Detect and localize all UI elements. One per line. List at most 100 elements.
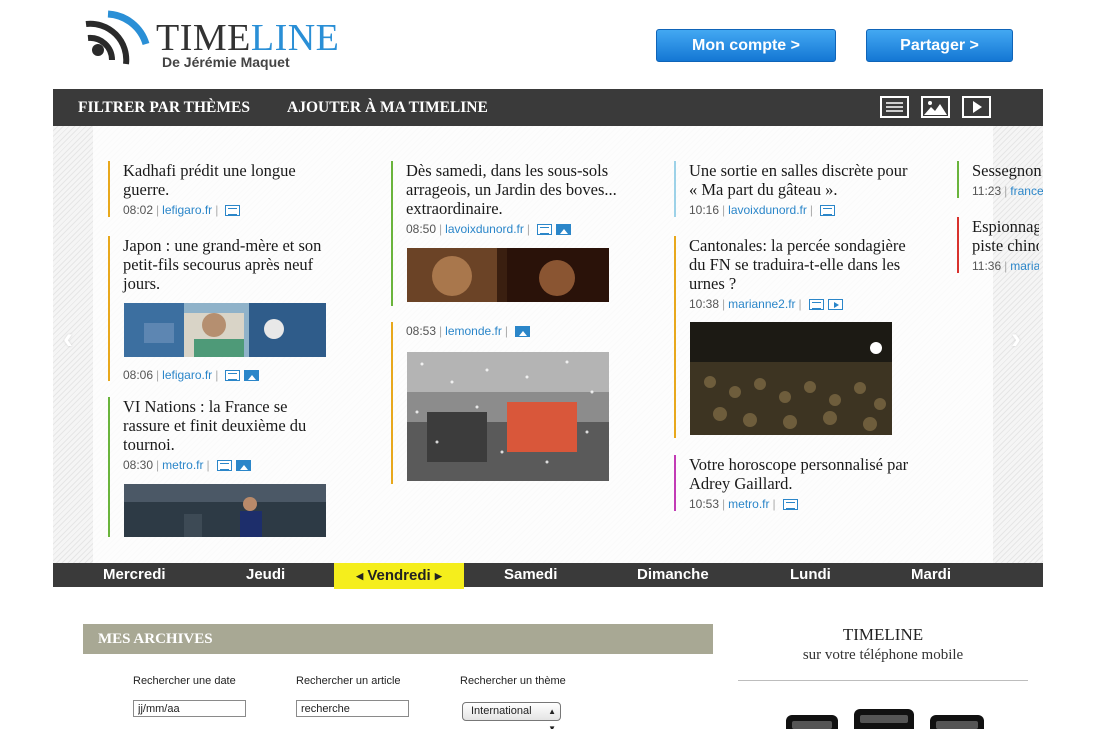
- next-day-icon[interactable]: ▶: [435, 571, 442, 581]
- image-icon[interactable]: [514, 326, 530, 338]
- article-search-label: Rechercher un article: [296, 675, 401, 687]
- news-title[interactable]: Sessegnon: [972, 161, 1043, 180]
- wifi-logo-icon: [85, 10, 150, 65]
- news-time: 08:50: [406, 222, 437, 236]
- news-title[interactable]: Votre horoscope personnalisé par Adrey G…: [689, 455, 914, 493]
- news-item[interactable]: Une sortie en salles discrète pour « Ma …: [674, 161, 914, 217]
- theme-search-label: Rechercher un thème: [460, 675, 566, 687]
- article-icon[interactable]: [808, 299, 824, 311]
- news-source[interactable]: france: [1010, 184, 1043, 198]
- article-icon[interactable]: [537, 224, 552, 236]
- article-search-input[interactable]: [296, 700, 409, 717]
- day-tab[interactable]: Mardi: [911, 563, 951, 587]
- nav-bar: FILTRER PAR THÈMES AJOUTER À MA TIMELINE: [53, 89, 1043, 126]
- image-icon[interactable]: [244, 370, 260, 382]
- video-icon[interactable]: [827, 299, 843, 311]
- article-icon[interactable]: [216, 460, 232, 472]
- phone-icon[interactable]: [930, 715, 984, 729]
- news-time: 10:53: [689, 497, 720, 511]
- archives-header: MES ARCHIVES: [83, 624, 713, 654]
- date-search-input[interactable]: [133, 700, 246, 717]
- news-time: 11:36: [972, 259, 1002, 273]
- news-title[interactable]: Espionnage piste chino: [972, 217, 1039, 255]
- news-source[interactable]: lemonde.fr: [445, 324, 502, 338]
- filter-themes-link[interactable]: FILTRER PAR THÈMES: [78, 89, 250, 126]
- image-view-icon[interactable]: [921, 96, 950, 118]
- news-source[interactable]: marianne2.fr: [728, 297, 795, 311]
- news-time: 11:23: [972, 184, 1002, 198]
- news-source[interactable]: metro.fr: [728, 497, 769, 511]
- news-item[interactable]: Japon : une grand-mère et son petit-fils…: [108, 236, 338, 382]
- account-button[interactable]: Mon compte >: [656, 29, 836, 62]
- news-item[interactable]: 08:53 | lemonde.fr |: [391, 322, 626, 484]
- share-button[interactable]: Partager >: [866, 29, 1013, 62]
- news-video-thumb[interactable]: [690, 322, 892, 435]
- news-title[interactable]: Kadhafi prédit une longue guerre.: [123, 161, 328, 199]
- theme-select-value: International: [471, 705, 532, 717]
- mobile-promo-subtitle: sur votre téléphone mobile: [802, 647, 964, 663]
- day-tab[interactable]: Lundi: [790, 563, 831, 587]
- news-item[interactable]: Dès samedi, dans les sous-sols arrageois…: [391, 161, 626, 306]
- news-photo-film[interactable]: [407, 248, 609, 302]
- news-item[interactable]: Sessegnon 11:23 | france: [957, 161, 1043, 198]
- news-time: 08:53: [406, 324, 437, 338]
- news-photo-snow[interactable]: [407, 352, 609, 481]
- news-title[interactable]: VI Nations : la France se rassure et fin…: [123, 397, 338, 454]
- news-meta: 08:06 | lefigaro.fr |: [123, 368, 260, 382]
- news-meta: 08:02 | lefigaro.fr |: [123, 203, 328, 217]
- phone-icon[interactable]: [786, 715, 838, 729]
- news-photo-rugby[interactable]: [124, 484, 326, 537]
- mobile-promo-title: TIMELINE: [842, 625, 924, 644]
- news-meta: 11:23 | france: [972, 184, 1043, 198]
- news-source[interactable]: lefigaro.fr: [162, 368, 212, 382]
- prev-day-icon[interactable]: ◀: [356, 571, 363, 581]
- news-item[interactable]: Votre horoscope personnalisé par Adrey G…: [674, 455, 914, 511]
- news-source[interactable]: metro.fr: [162, 458, 203, 472]
- news-title[interactable]: Dès samedi, dans les sous-sols arrageois…: [406, 161, 626, 218]
- day-tab-active[interactable]: ◀ Vendredi ▶: [334, 563, 464, 589]
- article-icon[interactable]: [782, 499, 798, 511]
- prev-arrow-icon[interactable]: ‹: [63, 322, 73, 356]
- news-item[interactable]: Kadhafi prédit une longue guerre. 08:02 |…: [108, 161, 328, 217]
- news-meta: 08:50 | lavoixdunord.fr |: [406, 222, 626, 236]
- news-source[interactable]: lefigaro.fr: [162, 203, 212, 217]
- divider: [738, 680, 1028, 681]
- list-view-icon[interactable]: [880, 96, 909, 118]
- day-tab[interactable]: Mercredi: [103, 563, 166, 587]
- news-time: 10:16: [689, 203, 720, 217]
- archives-title: MES ARCHIVES: [98, 631, 213, 647]
- next-arrow-icon[interactable]: ›: [1011, 322, 1021, 356]
- timeline-stage: ‹ › Kadhafi prédit une longue guerre. 08…: [53, 126, 1043, 563]
- news-source[interactable]: lavoixdunord.fr: [445, 222, 524, 236]
- day-tab[interactable]: Samedi: [504, 563, 557, 587]
- news-title[interactable]: Japon : une grand-mère et son petit-fils…: [123, 236, 338, 293]
- news-photo-rescue[interactable]: [124, 303, 326, 357]
- day-tab[interactable]: Jeudi: [246, 563, 285, 587]
- news-meta: 08:53 | lemonde.fr |: [406, 324, 626, 338]
- theme-select[interactable]: International ▲ ▼: [462, 702, 561, 729]
- news-item[interactable]: Cantonales: la percée sondagière du FN s…: [674, 236, 914, 438]
- phone-icon[interactable]: [854, 709, 914, 729]
- news-meta: 08:30 | metro.fr |: [123, 458, 338, 472]
- news-source[interactable]: lavoixdunord.fr: [728, 203, 807, 217]
- news-time: 08:30: [123, 458, 154, 472]
- video-view-icon[interactable]: [962, 96, 991, 118]
- article-icon[interactable]: [820, 205, 835, 217]
- news-title[interactable]: Une sortie en salles discrète pour « Ma …: [689, 161, 914, 199]
- news-meta: 11:36 | maria: [972, 259, 1039, 273]
- add-to-timeline-link[interactable]: AJOUTER À MA TIMELINE: [287, 89, 488, 126]
- news-item[interactable]: Espionnage piste chino 11:36|maria: [957, 217, 1039, 273]
- day-tab[interactable]: Dimanche: [637, 563, 709, 587]
- news-item[interactable]: VI Nations : la France se rassure et fin…: [108, 397, 338, 537]
- date-search-label: Rechercher une date: [133, 675, 236, 687]
- image-icon[interactable]: [556, 224, 571, 236]
- logo[interactable]: TIMELINE De Jérémie Maquet: [84, 10, 354, 75]
- article-icon[interactable]: [225, 370, 241, 382]
- news-title[interactable]: Cantonales: la percée sondagière du FN s…: [689, 236, 914, 293]
- news-meta: 10:16 | lavoixdunord.fr |: [689, 203, 914, 217]
- news-meta: 10:53 | metro.fr |: [689, 497, 914, 511]
- image-icon[interactable]: [235, 460, 251, 472]
- article-icon[interactable]: [225, 205, 241, 217]
- brand-byline: De Jérémie Maquet: [162, 54, 290, 70]
- news-source[interactable]: maria: [1010, 259, 1039, 273]
